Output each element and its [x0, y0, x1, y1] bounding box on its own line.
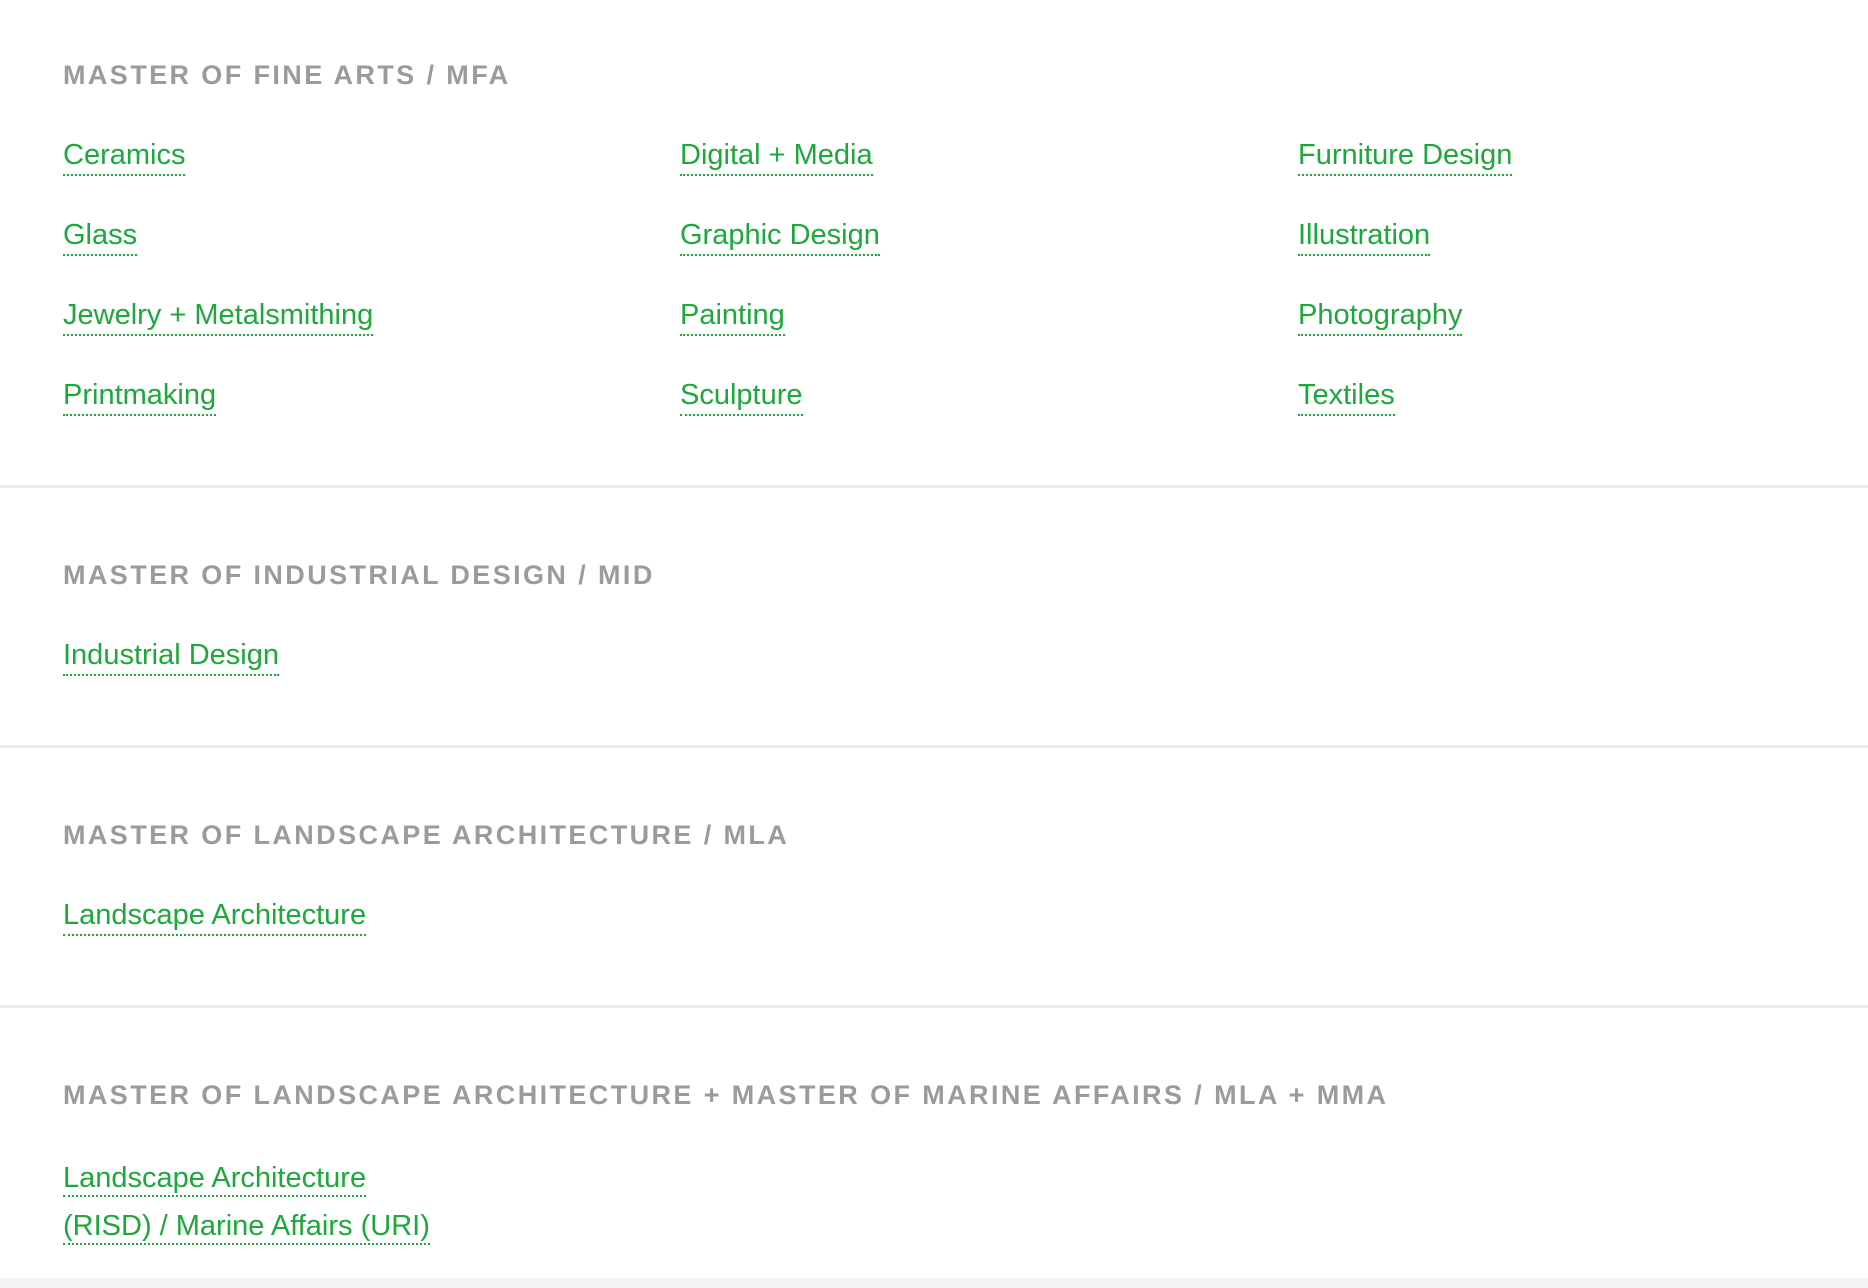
section-title-mla: MASTER OF LANDSCAPE ARCHITECTURE / MLA	[63, 820, 790, 850]
section-mla: MASTER OF LANDSCAPE ARCHITECTURE / MLA L…	[0, 748, 1868, 1005]
link-line-1: Landscape Architecture	[63, 1162, 367, 1197]
link-painting[interactable]: Painting	[680, 298, 785, 336]
link-furniture-design[interactable]: Furniture Design	[1298, 138, 1513, 176]
page-bottom-edge	[0, 1278, 1868, 1288]
link-landscape-architecture[interactable]: Landscape Architecture	[63, 898, 367, 936]
section-mid: MASTER OF INDUSTRIAL DESIGN / MID Indust…	[0, 488, 1868, 745]
link-line-2: (RISD) / Marine Affairs (URI)	[63, 1210, 430, 1245]
section-mfa: MASTER OF FINE ARTS / MFA Ceramics Digit…	[0, 0, 1868, 487]
link-industrial-design[interactable]: Industrial Design	[63, 638, 279, 676]
link-digital-media[interactable]: Digital + Media	[680, 138, 873, 176]
link-sculpture[interactable]: Sculpture	[680, 378, 803, 416]
link-graphic-design[interactable]: Graphic Design	[680, 218, 880, 256]
link-jewelry-metalsmithing[interactable]: Jewelry + Metalsmithing	[63, 298, 374, 336]
link-textiles[interactable]: Textiles	[1298, 378, 1395, 416]
section-title-mid: MASTER OF INDUSTRIAL DESIGN / MID	[63, 560, 655, 590]
link-glass[interactable]: Glass	[63, 218, 138, 256]
link-photography[interactable]: Photography	[1298, 298, 1463, 336]
link-illustration[interactable]: Illustration	[1298, 218, 1431, 256]
section-mla-mma: MASTER OF LANDSCAPE ARCHITECTURE + MASTE…	[0, 1008, 1868, 1278]
section-title-mfa: MASTER OF FINE ARTS / MFA	[63, 60, 511, 90]
link-landscape-architecture-marine-affairs[interactable]: Landscape Architecture (RISD) / Marine A…	[63, 1154, 430, 1250]
link-printmaking[interactable]: Printmaking	[63, 378, 217, 416]
section-title-mla-mma: MASTER OF LANDSCAPE ARCHITECTURE + MASTE…	[63, 1080, 1389, 1110]
link-ceramics[interactable]: Ceramics	[63, 138, 186, 176]
degree-programs-page: MASTER OF FINE ARTS / MFA Ceramics Digit…	[0, 0, 1868, 1288]
